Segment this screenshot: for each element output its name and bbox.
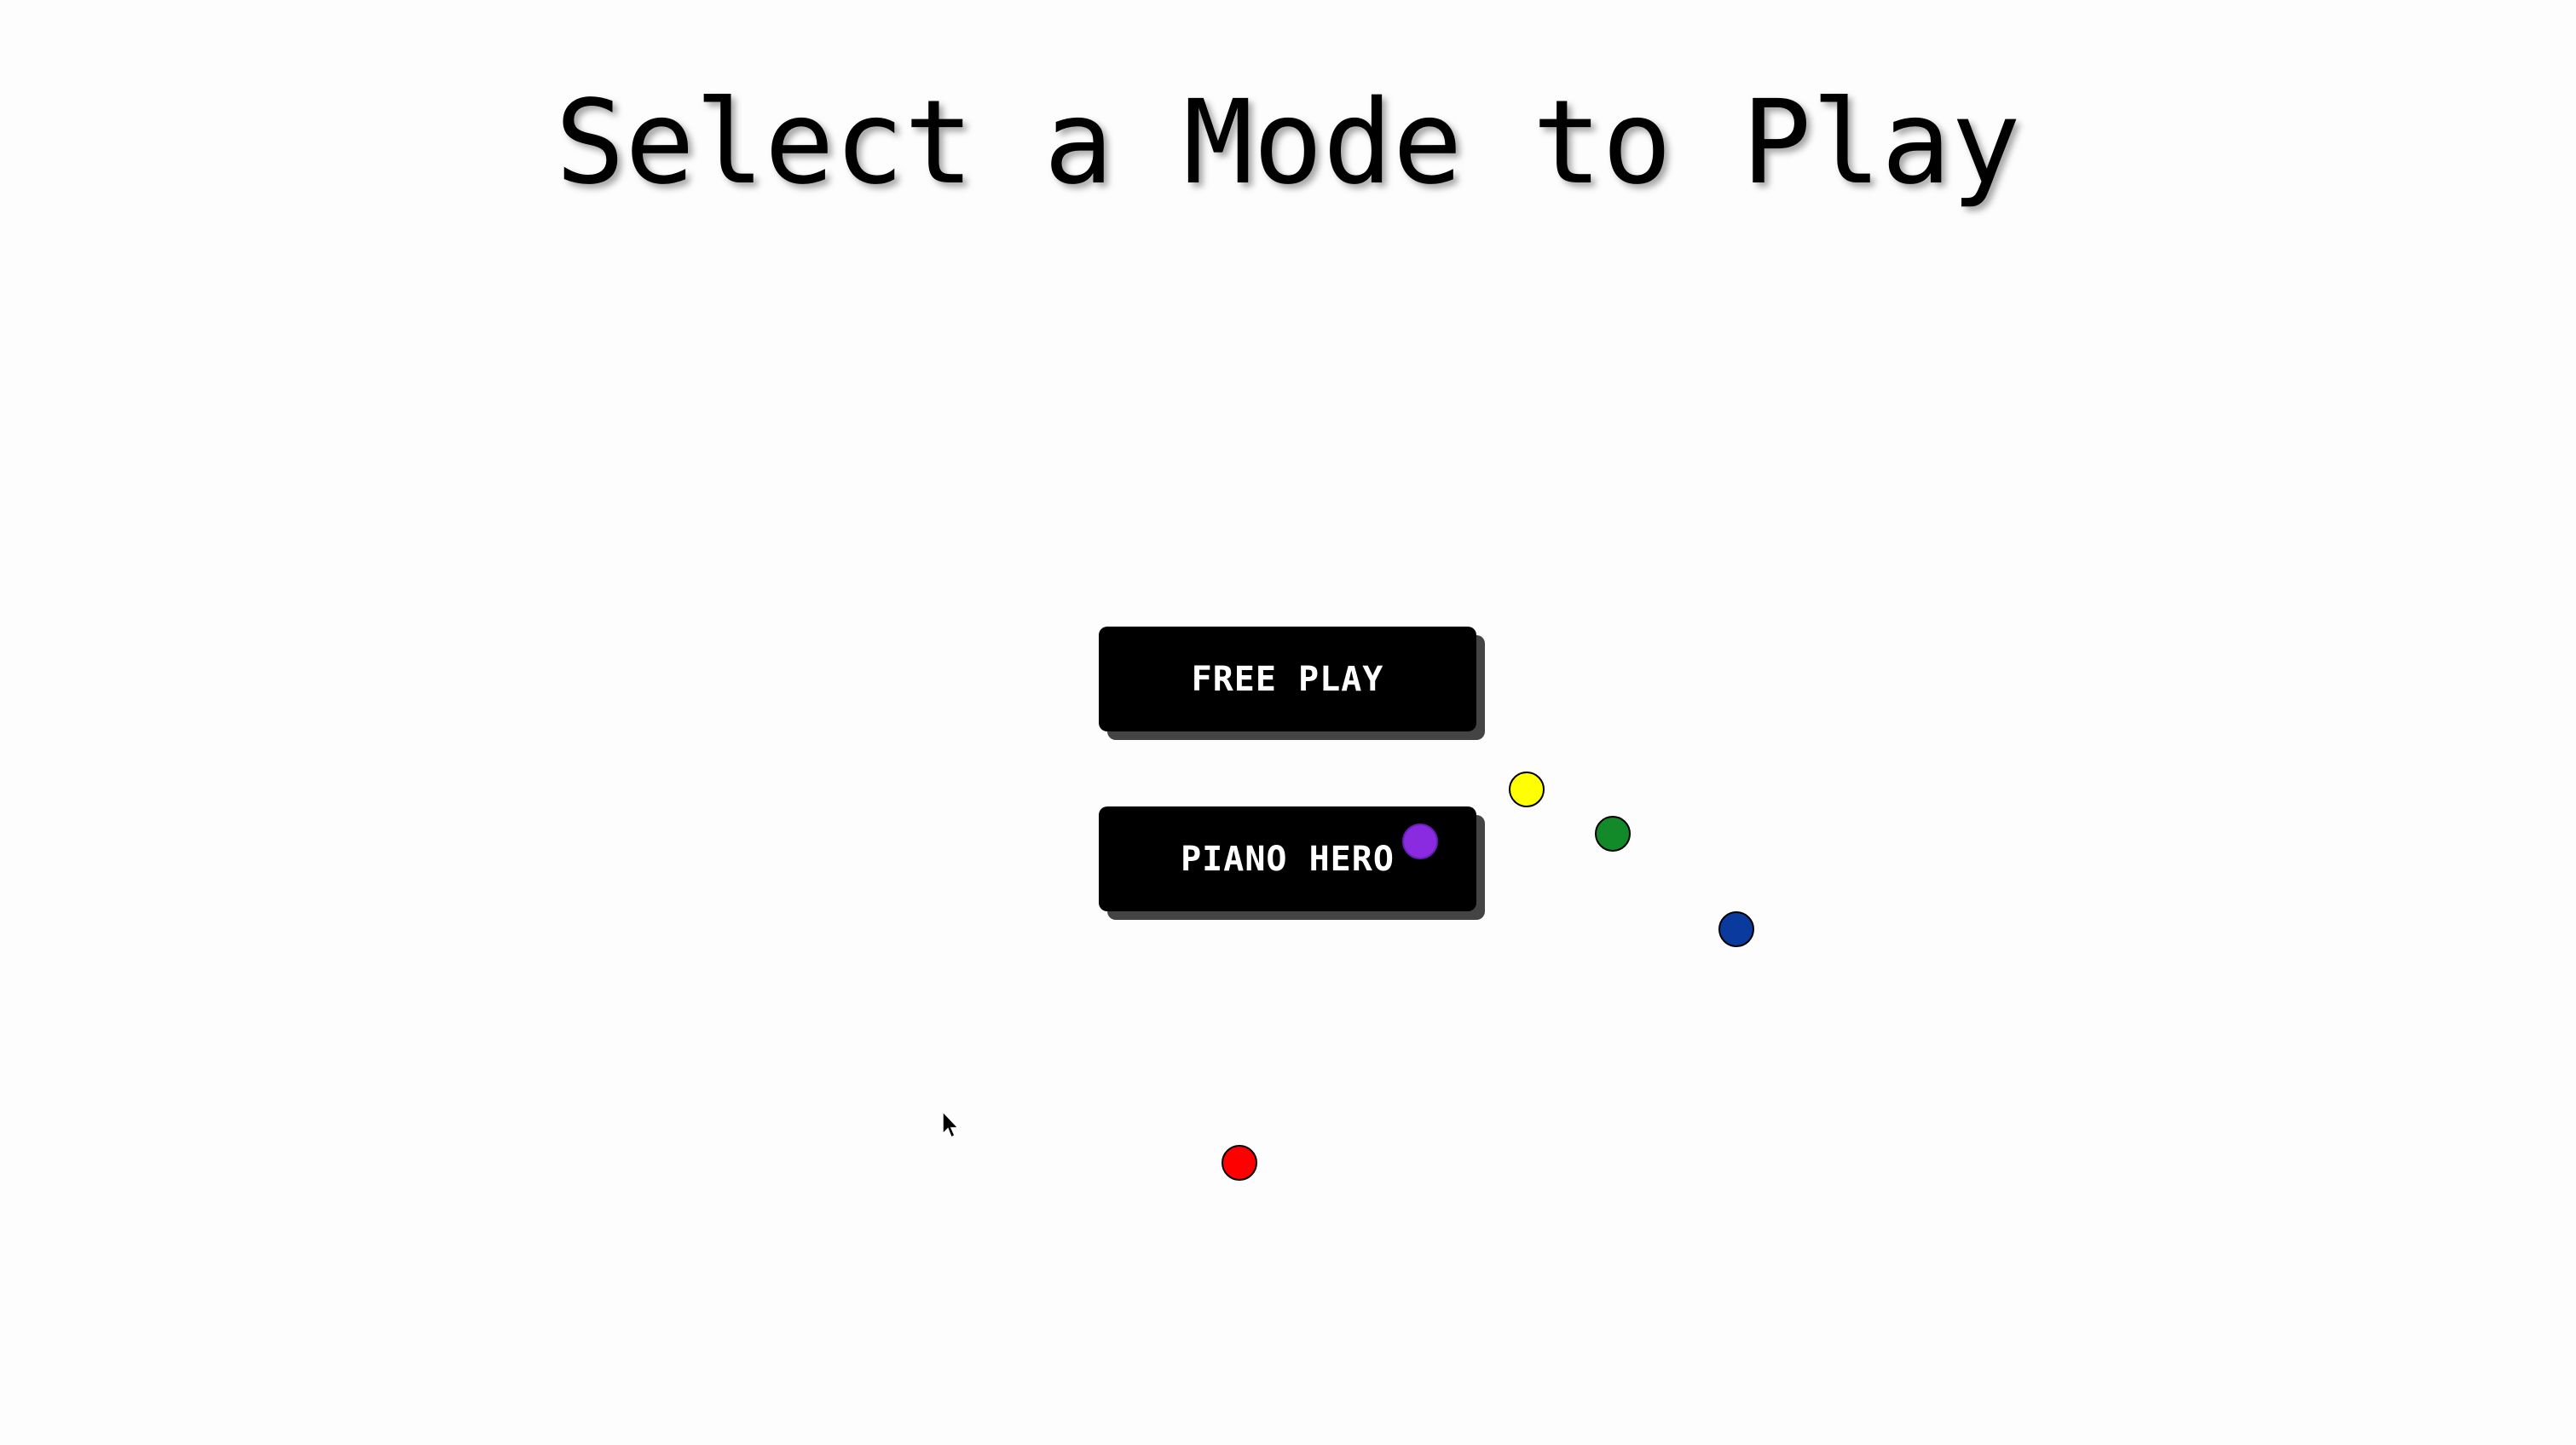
purple-ball xyxy=(1402,824,1438,859)
mode-select-screen: Select a Mode to Play FREE PLAY PIANO HE… xyxy=(0,0,2576,1445)
red-ball xyxy=(1222,1145,1257,1181)
mouse-pointer-icon xyxy=(942,1110,960,1139)
blue-ball xyxy=(1718,911,1754,947)
green-ball xyxy=(1595,816,1631,852)
yellow-ball xyxy=(1509,772,1545,807)
page-title: Select a Mode to Play xyxy=(555,76,2021,211)
free-play-button[interactable]: FREE PLAY xyxy=(1099,627,1476,731)
